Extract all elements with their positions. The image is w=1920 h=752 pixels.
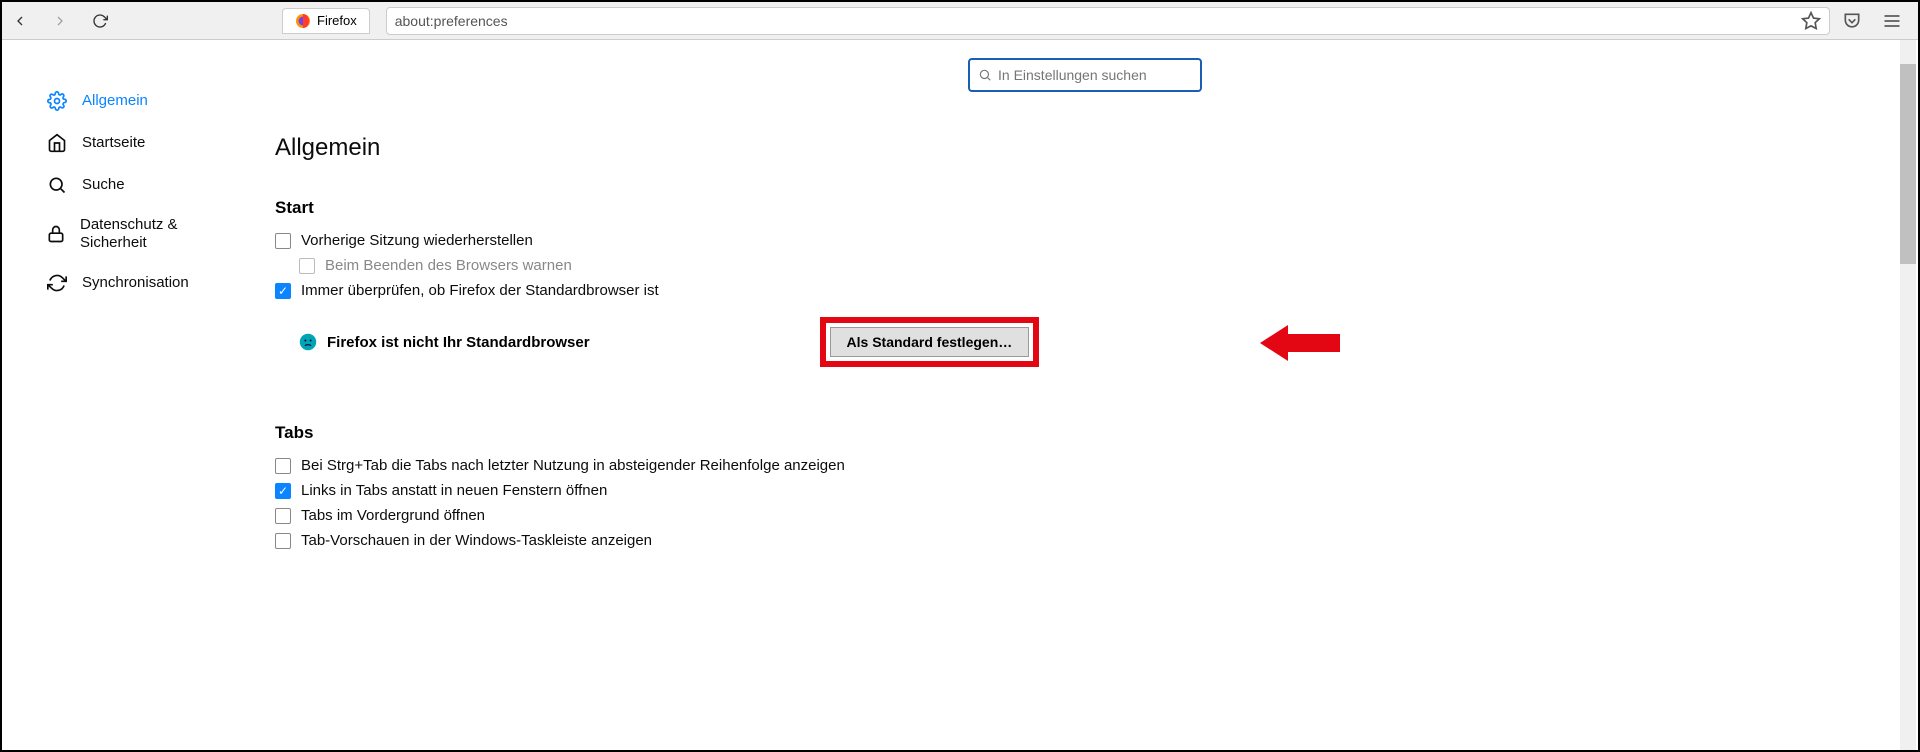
- sidebar-item-general[interactable]: Allgemein: [46, 80, 227, 122]
- checkbox-label: Immer überprüfen, ob Firefox der Standar…: [301, 282, 659, 299]
- sidebar-item-label: Datenschutz & Sicherheit: [80, 216, 227, 252]
- pocket-icon[interactable]: [1842, 11, 1862, 31]
- sidebar-item-label: Synchronisation: [82, 274, 189, 292]
- search-icon: [46, 174, 68, 196]
- sidebar-item-sync[interactable]: Synchronisation: [46, 262, 227, 304]
- checkbox[interactable]: [275, 533, 291, 549]
- checkbox-label: Bei Strg+Tab die Tabs nach letzter Nutzu…: [301, 457, 845, 474]
- checkbox: [299, 258, 315, 274]
- section-heading-start: Start: [275, 198, 1918, 218]
- checkbox-label: Links in Tabs anstatt in neuen Fenstern …: [301, 482, 607, 499]
- bookmark-star-icon[interactable]: [1801, 11, 1821, 31]
- preferences-search-input[interactable]: [998, 67, 1192, 83]
- tabs-section: Tabs Bei Strg+Tab die Tabs nach letzter …: [275, 423, 1918, 549]
- sync-icon: [46, 272, 68, 294]
- checkbox-row-links-tabs[interactable]: Links in Tabs anstatt in neuen Fenstern …: [275, 482, 1918, 499]
- sidebar-item-label: Allgemein: [82, 92, 148, 110]
- checkbox-row-taskbar-preview[interactable]: Tab-Vorschauen in der Windows-Taskleiste…: [275, 532, 1918, 549]
- url-bar[interactable]: about:preferences: [386, 7, 1830, 35]
- hamburger-menu-icon[interactable]: [1882, 11, 1902, 31]
- back-button[interactable]: [10, 11, 30, 31]
- section-heading-tabs: Tabs: [275, 423, 1918, 443]
- highlight-box: Als Standard festlegen…: [820, 317, 1040, 367]
- checkbox-row-restore-session[interactable]: Vorherige Sitzung wiederherstellen: [275, 232, 1918, 249]
- checkbox-row-warn-quit: Beim Beenden des Browsers warnen: [299, 257, 1918, 274]
- checkbox[interactable]: [275, 283, 291, 299]
- scrollbar-thumb[interactable]: [1900, 64, 1916, 264]
- preferences-main: Allgemein Startseite Suche Datenschutz &…: [2, 40, 1918, 750]
- checkbox-row-ctrl-tab[interactable]: Bei Strg+Tab die Tabs nach letzter Nutzu…: [275, 457, 1918, 474]
- checkbox-label: Tab-Vorschauen in der Windows-Taskleiste…: [301, 532, 652, 549]
- sidebar-item-label: Startseite: [82, 134, 145, 152]
- tab-label: Firefox: [317, 13, 357, 28]
- preferences-search-box[interactable]: [968, 58, 1202, 92]
- checkbox[interactable]: [275, 508, 291, 524]
- url-text: about:preferences: [395, 13, 1801, 29]
- search-icon: [978, 68, 992, 82]
- sidebar-item-search[interactable]: Suche: [46, 164, 227, 206]
- checkbox-label: Beim Beenden des Browsers warnen: [325, 257, 572, 274]
- checkbox[interactable]: [275, 458, 291, 474]
- default-browser-message: Firefox ist nicht Ihr Standardbrowser: [327, 334, 590, 351]
- checkbox[interactable]: [275, 483, 291, 499]
- firefox-logo-icon: [295, 13, 311, 29]
- preferences-sidebar: Allgemein Startseite Suche Datenschutz &…: [2, 40, 227, 750]
- browser-tab[interactable]: Firefox: [282, 8, 370, 34]
- toolbar-right-icons: [1842, 11, 1910, 31]
- sidebar-item-label: Suche: [82, 176, 125, 194]
- forward-button[interactable]: [50, 11, 70, 31]
- preferences-content: Allgemein Start Vorherige Sitzung wieder…: [227, 40, 1918, 750]
- lock-icon: [46, 223, 66, 245]
- checkbox-label: Vorherige Sitzung wiederherstellen: [301, 232, 533, 249]
- set-default-button[interactable]: Als Standard festlegen…: [830, 327, 1030, 357]
- nav-buttons: [10, 11, 110, 31]
- reload-button[interactable]: [90, 11, 110, 31]
- browser-toolbar: Firefox about:preferences: [2, 2, 1918, 40]
- sidebar-item-home[interactable]: Startseite: [46, 122, 227, 164]
- sidebar-item-privacy[interactable]: Datenschutz & Sicherheit: [46, 206, 227, 262]
- annotation-arrow: [1260, 321, 1340, 370]
- home-icon: [46, 132, 68, 154]
- default-browser-row: Firefox ist nicht Ihr Standardbrowser Al…: [299, 317, 1918, 367]
- checkbox[interactable]: [275, 233, 291, 249]
- search-wrap: [720, 58, 1450, 92]
- page-title: Allgemein: [275, 134, 1918, 162]
- checkbox-row-always-check[interactable]: Immer überprüfen, ob Firefox der Standar…: [275, 282, 1918, 299]
- sad-face-icon: [299, 333, 317, 351]
- checkbox-row-foreground[interactable]: Tabs im Vordergrund öffnen: [275, 507, 1918, 524]
- checkbox-label: Tabs im Vordergrund öffnen: [301, 507, 485, 524]
- gear-icon: [46, 90, 68, 112]
